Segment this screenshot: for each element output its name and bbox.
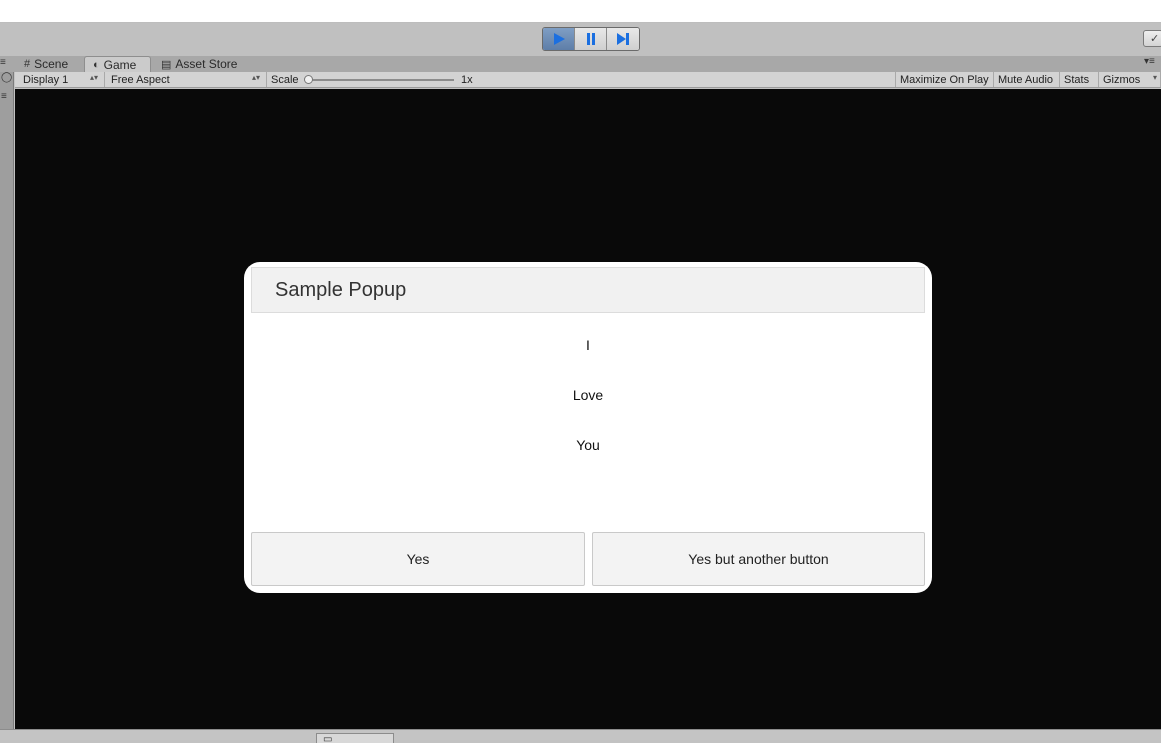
scale-slider-thumb[interactable] — [304, 75, 313, 84]
maximize-on-play-toggle[interactable]: Maximize On Play — [895, 72, 994, 87]
store-icon: ▤ — [161, 58, 172, 71]
dropdown-arrows-icon: ▴▾ — [251, 73, 260, 82]
tab-asset-store[interactable]: ▤ Asset Store — [161, 56, 237, 72]
scale-value: 1x — [461, 73, 473, 86]
stats-toggle[interactable]: Stats — [1060, 72, 1099, 87]
hamburger-icon[interactable]: ≡ — [0, 57, 6, 68]
view-tab-bar: ≡ # Scene ◐ Game ▤ Asset Store ▾≡ — [0, 56, 1161, 72]
bottom-panel-strip: ▭ — [0, 729, 1161, 743]
play-button[interactable] — [543, 28, 575, 50]
search-icon: ◯ — [1, 72, 13, 83]
tab-scene[interactable]: # Scene — [24, 56, 68, 72]
play-icon — [553, 33, 565, 45]
top-strip — [0, 0, 1161, 23]
popup-header: Sample Popup — [251, 267, 925, 313]
scale-label: Scale — [271, 73, 299, 86]
left-panel-edge: ◯ ≡ — [0, 72, 14, 732]
game-icon: ◐ — [93, 58, 100, 71]
pause-button[interactable] — [575, 28, 607, 50]
popup-text-line: Love — [572, 387, 604, 403]
check-icon: ✓ — [1150, 33, 1160, 45]
step-button[interactable] — [607, 28, 639, 50]
grid-icon: # — [24, 58, 31, 70]
chevron-down-icon: ▾ — [1152, 73, 1157, 82]
tab-game[interactable]: ◐ Game — [84, 56, 151, 72]
popup-text-line: You — [576, 437, 600, 453]
aspect-dropdown[interactable]: Free Aspect ▴▾ — [107, 72, 267, 87]
popup-text-line: I — [586, 337, 590, 353]
aspect-dropdown-value: Free Aspect — [111, 73, 170, 86]
yes-but-another-button[interactable]: Yes but another button — [592, 532, 925, 586]
sample-popup: Sample Popup I Love You Yes Yes but anot… — [244, 262, 932, 593]
tab-asset-store-label: Asset Store — [175, 57, 238, 71]
gizmos-dropdown[interactable]: Gizmos ▾ — [1099, 72, 1161, 87]
pause-icon — [586, 33, 595, 45]
step-icon — [617, 33, 629, 45]
display-dropdown[interactable]: Display 1 ▴▾ — [19, 72, 105, 87]
playback-controls — [542, 27, 640, 51]
toolbar: ✓ — [0, 23, 1161, 56]
scale-slider-track[interactable] — [311, 79, 454, 81]
collab-button[interactable]: ✓ — [1143, 30, 1161, 47]
tab-game-label: Game — [103, 57, 137, 72]
menu-icon[interactable]: ≡ — [1, 91, 7, 102]
display-dropdown-value: Display 1 — [23, 73, 69, 86]
game-view-toolbar: Display 1 ▴▾ Free Aspect ▴▾ Scale 1x Max… — [15, 72, 1161, 88]
tab-scene-label: Scene — [34, 57, 69, 71]
popup-title: Sample Popup — [275, 279, 407, 301]
panel-menu-icon[interactable]: ▾≡ — [1144, 56, 1155, 67]
yes-button[interactable]: Yes — [251, 532, 585, 586]
bottom-tab[interactable]: ▭ — [316, 733, 394, 743]
dropdown-arrows-icon: ▴▾ — [89, 73, 98, 82]
mute-audio-toggle[interactable]: Mute Audio — [994, 72, 1060, 87]
